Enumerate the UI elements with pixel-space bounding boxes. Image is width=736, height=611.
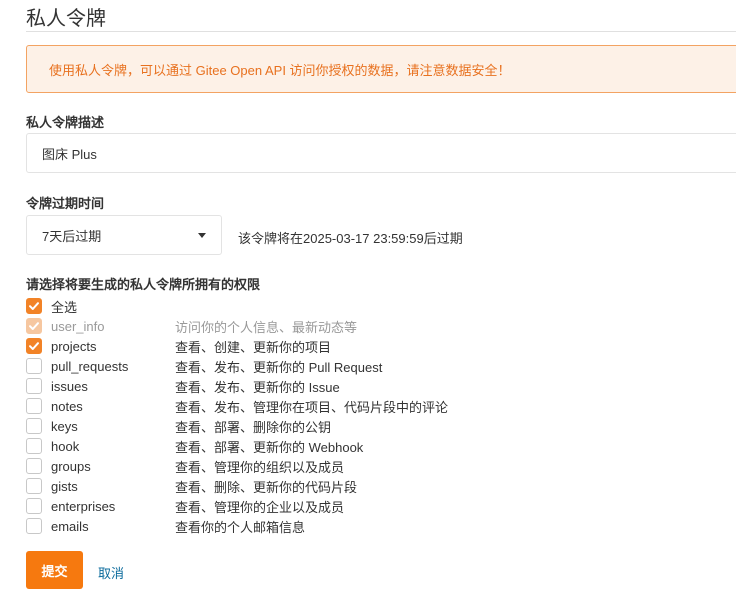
permission-checkbox-user-info bbox=[26, 318, 42, 334]
select-all-checkbox[interactable] bbox=[26, 298, 42, 314]
permission-row-issues: issues 查看、发布、更新你的 Issue bbox=[26, 376, 726, 396]
permission-row-keys: keys 查看、部署、删除你的公钥 bbox=[26, 416, 726, 436]
permission-description: 查看、创建、更新你的项目 bbox=[175, 339, 332, 355]
permission-name: projects bbox=[51, 338, 97, 354]
permission-checkbox-hook[interactable] bbox=[26, 438, 42, 454]
permission-row-enterprises: enterprises 查看、管理你的企业以及成员 bbox=[26, 496, 726, 516]
permission-description: 查看、发布、更新你的 Issue bbox=[175, 379, 340, 395]
permission-name: pull_requests bbox=[51, 358, 129, 374]
checkmark-icon bbox=[29, 322, 39, 330]
permission-name: hook bbox=[51, 438, 80, 454]
permission-row-gists: gists 查看、删除、更新你的代码片段 bbox=[26, 476, 726, 496]
expiration-selected-value: 7天后过期 bbox=[42, 228, 102, 244]
permission-description: 查看、管理你的组织以及成员 bbox=[175, 459, 345, 475]
permission-name: gists bbox=[51, 478, 78, 494]
permission-checkbox-issues[interactable] bbox=[26, 378, 42, 394]
permission-row-emails: emails 查看你的个人邮箱信息 bbox=[26, 516, 726, 536]
permissions-label: 请选择将要生成的私人令牌所拥有的权限 bbox=[26, 277, 261, 292]
permission-checkbox-notes[interactable] bbox=[26, 398, 42, 414]
permission-name: keys bbox=[51, 418, 78, 434]
permission-row-hook: hook 查看、部署、更新你的 Webhook bbox=[26, 436, 726, 456]
description-label: 私人令牌描述 bbox=[26, 115, 105, 130]
permission-list: 全选 user_info 访问你的个人信息、最新动态等 projects 查看、创建、… bbox=[26, 296, 726, 536]
permission-description: 查看你的个人邮箱信息 bbox=[175, 519, 306, 535]
permission-name: user_info bbox=[51, 318, 105, 334]
security-alert-text: 使用私人令牌，可以通过 Gitee Open API 访问你授权的数据，请注意数… bbox=[49, 62, 511, 78]
permission-description: 查看、部署、删除你的公钥 bbox=[175, 419, 332, 435]
select-all-row: 全选 bbox=[26, 296, 726, 316]
permission-description: 查看、管理你的企业以及成员 bbox=[175, 499, 345, 515]
permission-description: 查看、发布、管理你在项目、代码片段中的评论 bbox=[175, 399, 449, 415]
permission-checkbox-emails[interactable] bbox=[26, 518, 42, 534]
permission-row-user-info: user_info 访问你的个人信息、最新动态等 bbox=[26, 316, 726, 336]
checkmark-icon bbox=[29, 302, 39, 310]
permission-checkbox-groups[interactable] bbox=[26, 458, 42, 474]
caret-down-icon bbox=[198, 232, 206, 238]
expiration-label: 令牌过期时间 bbox=[26, 196, 105, 211]
expiration-note: 该令牌将在2025-03-17 23:59:59后过期 bbox=[238, 231, 463, 246]
permission-row-notes: notes 查看、发布、管理你在项目、代码片段中的评论 bbox=[26, 396, 726, 416]
security-alert: 使用私人令牌，可以通过 Gitee Open API 访问你授权的数据，请注意数… bbox=[26, 45, 736, 93]
permission-checkbox-enterprises[interactable] bbox=[26, 498, 42, 514]
permission-name: groups bbox=[51, 458, 91, 474]
permission-name: issues bbox=[51, 378, 88, 394]
page-title: 私人令牌 bbox=[26, 8, 106, 30]
token-description-input[interactable] bbox=[26, 133, 736, 173]
permission-checkbox-pull-requests[interactable] bbox=[26, 358, 42, 374]
permission-checkbox-gists[interactable] bbox=[26, 478, 42, 494]
expiration-select[interactable]: 7天后过期 bbox=[26, 215, 222, 255]
permission-row-pull-requests: pull_requests 查看、发布、更新你的 Pull Request bbox=[26, 356, 726, 376]
permission-row-groups: groups 查看、管理你的组织以及成员 bbox=[26, 456, 726, 476]
select-all-label: 全选 bbox=[51, 299, 78, 315]
permission-description: 访问你的个人信息、最新动态等 bbox=[175, 319, 358, 335]
permission-description: 查看、删除、更新你的代码片段 bbox=[175, 479, 358, 495]
permission-description: 查看、部署、更新你的 Webhook bbox=[175, 439, 364, 455]
permission-name: enterprises bbox=[51, 498, 116, 514]
checkmark-icon bbox=[29, 342, 39, 350]
submit-button[interactable]: 提交 bbox=[26, 551, 83, 589]
permission-checkbox-keys[interactable] bbox=[26, 418, 42, 434]
permission-description: 查看、发布、更新你的 Pull Request bbox=[175, 359, 383, 375]
permission-row-projects: projects 查看、创建、更新你的项目 bbox=[26, 336, 726, 356]
title-divider bbox=[26, 31, 736, 32]
permission-name: emails bbox=[51, 518, 89, 534]
cancel-link[interactable]: 取消 bbox=[98, 563, 124, 582]
permission-checkbox-projects[interactable] bbox=[26, 338, 42, 354]
permission-name: notes bbox=[51, 398, 83, 414]
